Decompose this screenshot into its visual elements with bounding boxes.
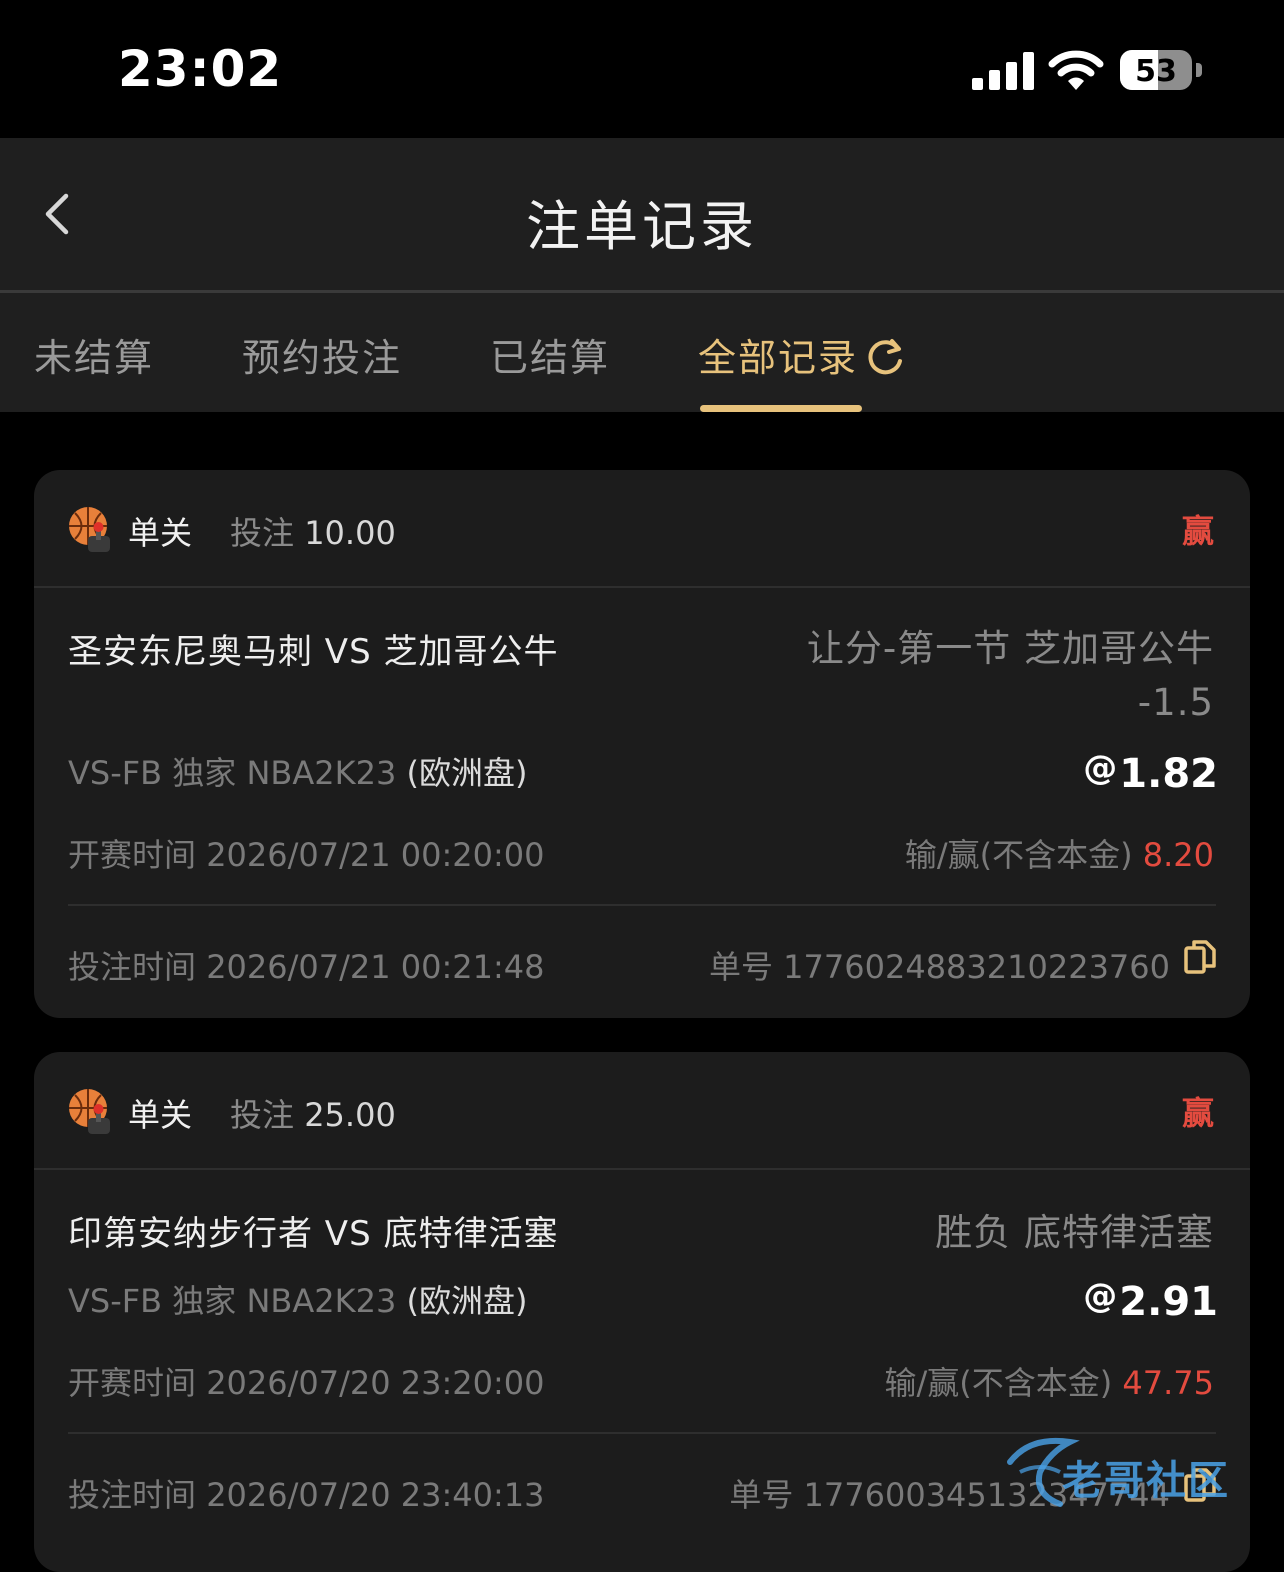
bet-type: 单关 — [128, 514, 193, 552]
status-time: 23:02 — [118, 40, 283, 98]
order-label: 单号 — [708, 948, 773, 986]
market-type: (欧洲盘) — [406, 754, 528, 792]
stake-label: 投注 — [230, 1096, 295, 1134]
match-teams: 圣安东尼奥马刺 VS 芝加哥公牛 — [68, 632, 559, 672]
tab-settled[interactable]: 已结算 — [490, 327, 610, 382]
battery-icon: 53 — [1120, 50, 1192, 90]
bet-time-info: 投注时间 2026/07/21 00:21:48 — [68, 942, 545, 988]
battery-cap — [1196, 63, 1202, 77]
basketball-esports-icon — [69, 507, 110, 552]
league-info: VS-FB 独家 NBA2K23 (欧洲盘) — [68, 748, 527, 794]
bet-selection: 胜负 底特律活塞 — [935, 1211, 1214, 1254]
tab-scheduled-bets[interactable]: 预约投注 — [242, 327, 402, 382]
payout-label: 输/赢(不含本金) — [904, 836, 1133, 874]
bet-selection: 让分-第一节 芝加哥公牛 -1.5 — [806, 627, 1214, 724]
bet-time-label: 投注时间 — [68, 948, 197, 986]
payout-amount: 8.20 — [1142, 836, 1214, 874]
league-name: VS-FB 独家 NBA2K23 — [68, 754, 397, 792]
league-info: VS-FB 独家 NBA2K23 (欧洲盘) — [68, 1276, 527, 1322]
wifi-icon — [1048, 50, 1104, 90]
order-number-info: 单号 1776024883210223760 — [709, 942, 1170, 988]
page-title: 注单记录 — [526, 195, 758, 258]
bet-type: 单关 — [128, 1096, 193, 1134]
copy-icon[interactable] — [1184, 940, 1216, 974]
nav-header: 注单记录 — [0, 138, 1284, 290]
odds-value: 2.91 — [1119, 1279, 1218, 1325]
bet-time-info: 投注时间 2026/07/20 23:40:13 — [68, 1470, 545, 1516]
basketball-esports-icon — [69, 1089, 110, 1134]
odds: @2.91 — [1083, 1276, 1218, 1325]
payout-info: 输/赢(不含本金) 47.75 — [884, 1358, 1214, 1404]
tab-bar: 未结算 预约投注 已结算 全部记录 — [0, 293, 1284, 412]
result-badge: 赢 — [1181, 1094, 1214, 1132]
card-divider — [68, 904, 1216, 906]
start-time-info: 开赛时间 2026/07/20 23:20:00 — [68, 1358, 545, 1404]
tab-unsettled[interactable]: 未结算 — [34, 327, 154, 382]
match-teams: 印第安纳步行者 VS 底特律活塞 — [68, 1214, 559, 1254]
payout-amount: 47.75 — [1122, 1364, 1214, 1402]
payout-info: 输/赢(不含本金) 8.20 — [905, 830, 1214, 876]
order-number: 1776024883210223760 — [783, 948, 1170, 986]
stake-amount: 25.00 — [304, 1096, 396, 1134]
result-badge: 赢 — [1181, 512, 1214, 550]
stake-info: 投注 25.00 — [230, 1090, 396, 1136]
payout-label: 输/赢(不含本金) — [884, 1364, 1113, 1402]
start-time-info: 开赛时间 2026/07/21 00:20:00 — [68, 830, 545, 876]
bet-card-header: 单关 投注 25.00 赢 — [34, 1052, 1250, 1170]
bet-card[interactable]: 单关 投注 10.00 赢 圣安东尼奥马刺 VS 芝加哥公牛 让分-第一节 芝加… — [34, 470, 1250, 1018]
league-name: VS-FB 独家 NBA2K23 — [68, 1282, 397, 1320]
status-bar: 23:02 53 — [0, 0, 1284, 138]
battery-level: 53 — [1135, 54, 1177, 89]
market-type: (欧洲盘) — [406, 1282, 528, 1320]
bet-time: 2026/07/21 00:21:48 — [206, 948, 545, 986]
cellular-signal-icon — [972, 52, 1034, 90]
start-time-label: 开赛时间 — [68, 836, 197, 874]
refresh-icon[interactable] — [864, 337, 906, 379]
odds-value: 1.82 — [1119, 751, 1218, 797]
stake-label: 投注 — [230, 514, 295, 552]
odds: @1.82 — [1083, 748, 1218, 797]
stake-info: 投注 10.00 — [230, 508, 396, 554]
stake-amount: 10.00 — [304, 514, 396, 552]
order-label: 单号 — [729, 1476, 794, 1514]
bet-card-header: 单关 投注 10.00 赢 — [34, 470, 1250, 588]
bet-time: 2026/07/20 23:40:13 — [206, 1476, 545, 1514]
bet-time-label: 投注时间 — [68, 1476, 197, 1514]
start-time: 2026/07/21 00:20:00 — [206, 836, 545, 874]
start-time: 2026/07/20 23:20:00 — [206, 1364, 545, 1402]
tab-all-records-label: 全部记录 — [698, 336, 859, 380]
active-tab-indicator — [700, 405, 862, 412]
tab-all-records[interactable]: 全部记录 — [698, 327, 906, 382]
start-time-label: 开赛时间 — [68, 1364, 197, 1402]
watermark-text: 老哥社区 — [1062, 1458, 1230, 1504]
